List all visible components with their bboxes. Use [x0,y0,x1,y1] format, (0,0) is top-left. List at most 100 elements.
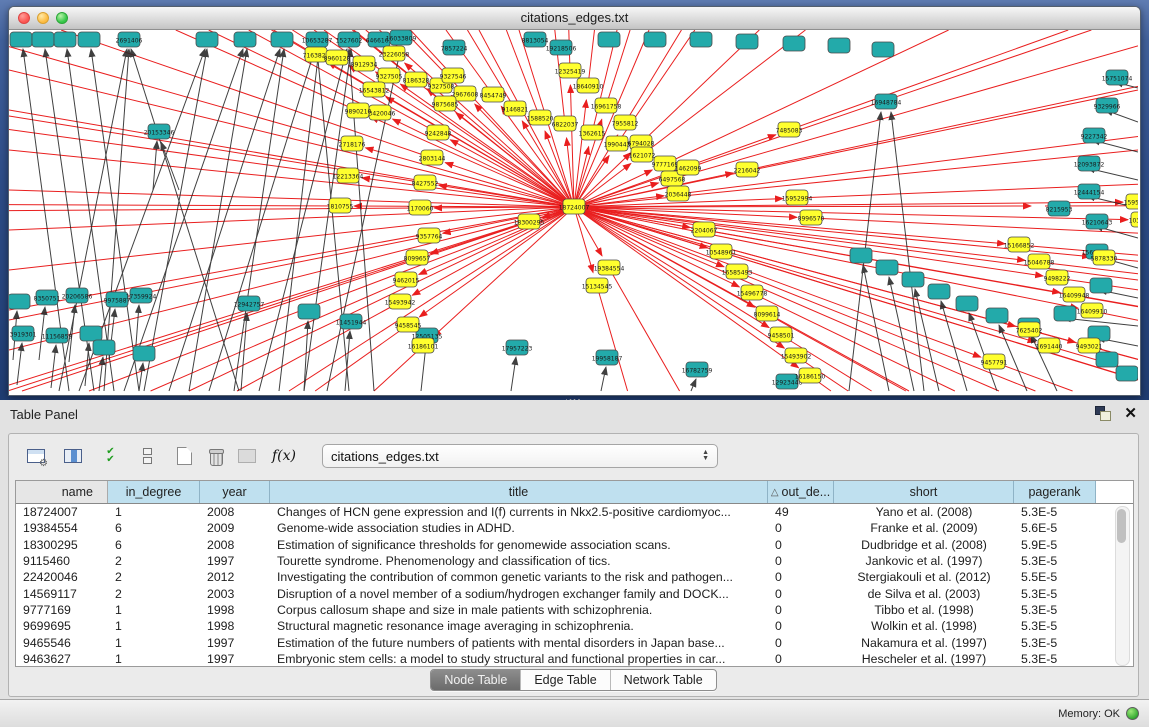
network-node[interactable]: 16033809 [386,30,417,45]
network-node[interactable] [986,308,1008,323]
cell-pagerank[interactable]: 5.3E-5 [1014,505,1096,519]
network-node[interactable] [690,32,712,47]
network-node[interactable] [196,32,218,47]
column-header-title[interactable]: title [270,481,768,503]
cell-title[interactable]: Corpus callosum shape and size in male p… [270,603,768,617]
cell-out_degree[interactable]: 0 [768,636,834,650]
network-node[interactable]: 8912934 [351,56,378,71]
column-header-name[interactable]: name [16,481,108,503]
cell-pagerank[interactable]: 5.9E-5 [1014,538,1096,552]
network-node[interactable] [876,260,898,275]
network-node[interactable] [234,32,256,47]
network-node[interactable]: 10548961 [706,244,737,259]
network-node[interactable] [902,272,924,287]
network-node[interactable]: 7857224 [441,40,468,55]
cell-pagerank[interactable]: 5.3E-5 [1014,619,1096,633]
network-node[interactable] [644,32,666,47]
cell-out_degree[interactable]: 49 [768,505,834,519]
cell-year[interactable]: 2009 [200,521,270,535]
network-node[interactable]: 12213364 [333,168,364,183]
network-node[interactable] [1096,352,1118,367]
network-node[interactable] [78,32,100,47]
cell-in_degree[interactable]: 6 [108,521,200,535]
cell-year[interactable]: 1998 [200,619,270,633]
network-node[interactable]: 11156859 [42,328,73,343]
network-node[interactable]: 9242848 [425,125,452,140]
cell-pagerank[interactable]: 5.5E-5 [1014,570,1096,584]
cell-year[interactable]: 2003 [200,587,270,601]
network-node[interactable]: 9458545 [395,317,422,332]
cell-short[interactable]: Wolkin et al. (1998) [834,619,1014,633]
network-node[interactable]: 8186328 [403,72,430,87]
network-node[interactable]: 7955812 [612,115,639,130]
network-node[interactable]: 2691406 [116,32,143,47]
cell-year[interactable]: 2008 [200,538,270,552]
network-node[interactable] [783,36,805,51]
network-node[interactable]: 15046788 [1024,254,1055,269]
network-node[interactable]: 1621072 [629,147,656,162]
network-node[interactable]: 1170060 [407,200,434,215]
cell-year[interactable]: 1998 [200,603,270,617]
cell-title[interactable]: Genome-wide association studies in ADHD. [270,521,768,535]
network-node[interactable] [271,32,293,47]
cell-in_degree[interactable]: 1 [108,636,200,650]
network-node[interactable]: 9890210 [345,103,372,118]
network-node[interactable]: 15166852 [1004,237,1035,252]
network-node[interactable]: 15493902 [781,348,812,363]
network-node[interactable] [956,296,978,311]
network-node[interactable]: 7625402 [1016,322,1043,337]
network-node[interactable]: 8350751 [34,290,61,305]
cell-out_degree[interactable]: 0 [768,538,834,552]
network-node[interactable]: 2803144 [419,150,446,165]
network-node[interactable]: 16210643 [1082,214,1113,229]
network-node[interactable]: 16186150 [795,368,826,383]
network-node[interactable] [93,340,115,355]
cell-out_degree[interactable]: 0 [768,587,834,601]
network-node[interactable]: 1990443 [604,136,631,151]
network-node[interactable]: 8099657 [404,250,431,265]
network-window-titlebar[interactable]: citations_edges.txt [9,7,1140,30]
network-node[interactable] [828,38,850,53]
cell-name[interactable]: 9463627 [16,652,108,666]
network-node[interactable] [1116,366,1138,381]
table-row[interactable]: 946554611997Estimation of the future num… [16,634,1133,650]
cell-in_degree[interactable]: 2 [108,554,200,568]
network-node[interactable] [736,34,758,49]
network-node[interactable] [10,32,32,47]
delete-table-icon[interactable] [234,443,260,469]
cell-pagerank[interactable]: 5.3E-5 [1014,636,1096,650]
table-selector-combobox[interactable]: citations_edges.txt ▲▼ [322,444,718,468]
network-node[interactable]: 3919301 [10,326,37,341]
network-node[interactable]: 8996570 [798,210,825,225]
network-node[interactable]: 1527602 [336,32,363,47]
cell-out_degree[interactable]: 0 [768,554,834,568]
network-node[interactable]: 9493021 [1076,338,1103,353]
cell-pagerank[interactable]: 5.3E-5 [1014,603,1096,617]
network-node[interactable]: 15751074 [1102,70,1133,85]
cell-title[interactable]: Tourette syndrome. Phenomenology and cla… [270,554,768,568]
cell-year[interactable]: 1997 [200,652,270,666]
memory-status-icon[interactable] [1126,707,1139,720]
column-header-short[interactable]: short [834,481,1014,503]
network-node[interactable]: 9327546 [440,68,467,83]
network-node[interactable]: 12942757 [234,296,265,311]
cell-out_degree[interactable]: 0 [768,652,834,666]
network-node[interactable]: 1039500 [1129,212,1138,227]
network-node[interactable] [133,346,155,361]
network-node[interactable]: 2204067 [691,222,718,237]
function-builder-icon[interactable]: f(x) [271,443,297,469]
network-node[interactable]: 16948784 [871,94,902,109]
cell-pagerank[interactable]: 5.6E-5 [1014,521,1096,535]
cell-title[interactable]: Embryonic stem cells: a model to study s… [270,652,768,666]
network-node[interactable]: 15493942 [385,294,416,309]
network-node[interactable]: 15952994 [782,190,813,205]
network-canvas[interactable]: 2691406106532871527602646616116033809785… [9,30,1138,394]
cell-out_degree[interactable]: 0 [768,521,834,535]
table-row[interactable]: 977716911998Corpus callosum shape and si… [16,602,1133,618]
network-node[interactable]: 1691440 [1036,338,1063,353]
cell-out_degree[interactable]: 0 [768,619,834,633]
network-node[interactable]: 10653287 [302,32,333,47]
network-node[interactable]: 9875685 [432,96,459,111]
cell-pagerank[interactable]: 5.3E-5 [1014,652,1096,666]
network-node[interactable]: 15134545 [582,278,613,293]
